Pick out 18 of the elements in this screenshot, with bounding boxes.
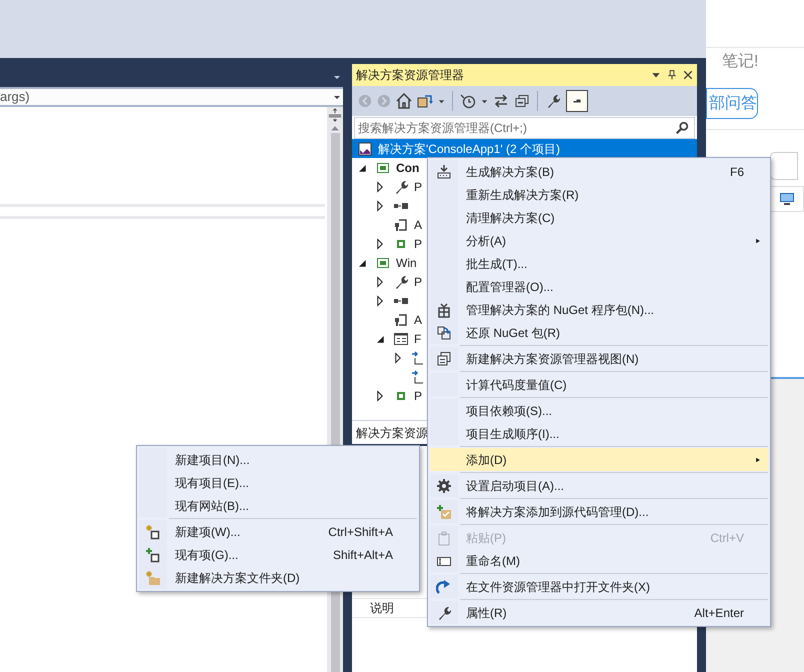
- shortcut-text: Shift+Alt+A: [332, 546, 394, 564]
- panel-title: 解决方案资源管理器: [356, 67, 464, 84]
- tree-item-label: 解决方案'ConsoleApp1' (2 个项目): [378, 142, 560, 156]
- tree-item-label: Win: [396, 256, 417, 270]
- shortcut-text: Ctrl+Shift+A: [328, 524, 394, 540]
- page-heading: 笔记!: [722, 52, 758, 72]
- tree-item-label: P: [414, 236, 422, 250]
- tree-item-label: A: [414, 312, 422, 326]
- tree-item-label: P: [414, 274, 422, 288]
- tree-item-label: Con: [396, 160, 420, 174]
- tree-item-label: P: [414, 180, 422, 194]
- shortcut-text: Alt+Enter: [694, 604, 745, 622]
- tree-item-label: F: [414, 332, 422, 346]
- tree-item-label: P: [414, 388, 422, 402]
- navigation-text: args): [0, 88, 30, 106]
- shortcut-text: Ctrl+V: [710, 530, 745, 546]
- tree-item-label: A: [414, 218, 422, 232]
- shortcut-text: F6: [730, 164, 745, 180]
